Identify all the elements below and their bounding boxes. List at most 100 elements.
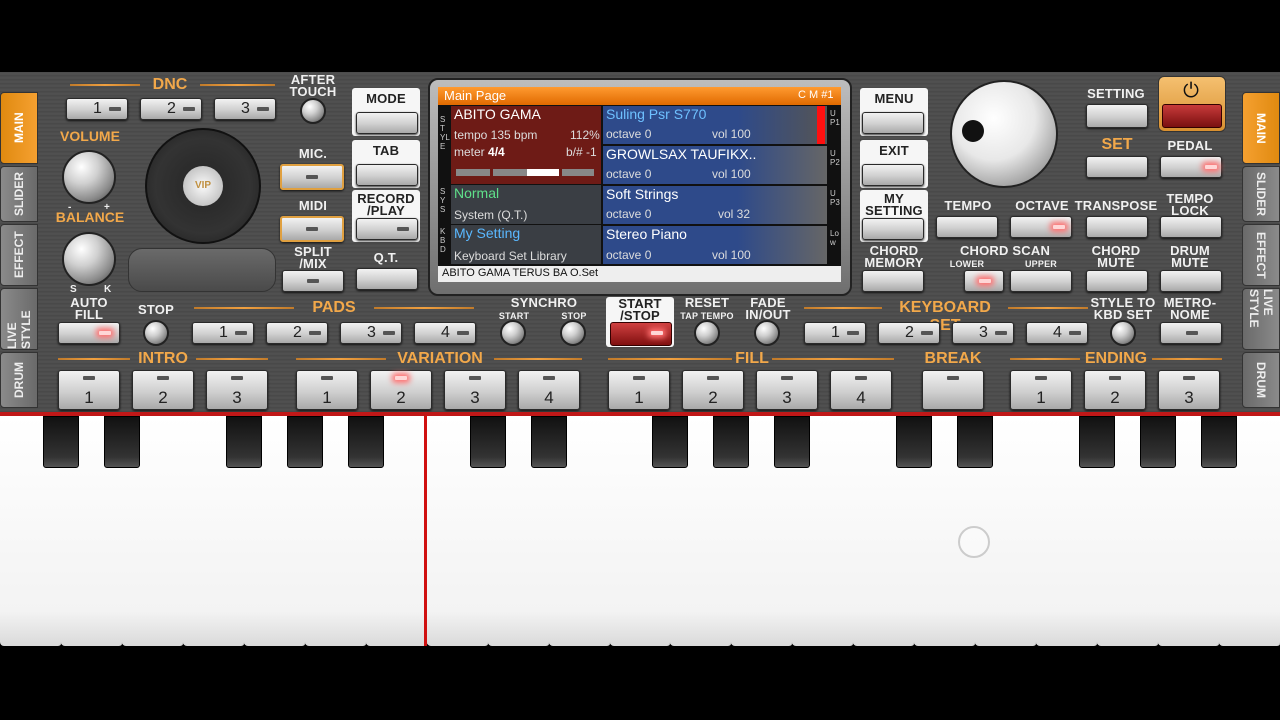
black-key[interactable] (957, 416, 994, 468)
intro-label: INTRO (138, 350, 188, 367)
tab-button[interactable] (356, 164, 418, 186)
mode-button[interactable] (356, 112, 418, 134)
pad-button-3[interactable]: 3 (340, 322, 402, 344)
ending-button-1[interactable]: 1 (1010, 370, 1072, 410)
black-key[interactable] (713, 416, 750, 468)
pedal-button[interactable] (1160, 156, 1222, 178)
tab-drum-left[interactable]: DRUM (0, 352, 38, 408)
fill-button-2[interactable]: 2 (682, 370, 744, 410)
fill-label: FILL (735, 350, 769, 367)
tab-live-style-right[interactable]: LIVE STYLE (1242, 288, 1280, 350)
reset-knob[interactable] (694, 320, 720, 346)
setting-button[interactable] (1086, 104, 1148, 128)
kbd-set-button-4[interactable]: 4 (1026, 322, 1088, 344)
black-key[interactable] (103, 416, 140, 468)
start-stop-button[interactable] (610, 322, 672, 346)
ending-button-3[interactable]: 3 (1158, 370, 1220, 410)
drum-mute-button[interactable] (1160, 270, 1222, 292)
variation-button-2[interactable]: 2 (370, 370, 432, 410)
set-button[interactable] (1086, 156, 1148, 178)
black-key[interactable] (1079, 416, 1116, 468)
tab-live-style-left[interactable]: LIVE STYLE (0, 288, 38, 350)
fade-knob[interactable] (754, 320, 780, 346)
break-button[interactable] (922, 370, 984, 410)
balance-knob[interactable] (62, 232, 116, 286)
tab-slider-right[interactable]: SLIDER (1242, 166, 1280, 222)
after-touch-knob[interactable] (300, 98, 326, 124)
octave-label: OCTAVE (1015, 198, 1069, 213)
black-key[interactable] (774, 416, 811, 468)
variation-button-4[interactable]: 4 (518, 370, 580, 410)
metronome-button[interactable] (1160, 322, 1222, 344)
fill-button-1[interactable]: 1 (608, 370, 670, 410)
pads-stop-knob[interactable] (143, 320, 169, 346)
kbd-set-button-2[interactable]: 2 (878, 322, 940, 344)
chord-memory-button[interactable] (862, 270, 924, 292)
mic-label: MIC. (298, 146, 328, 161)
style-to-kbd-knob[interactable] (1110, 320, 1136, 346)
black-key[interactable] (1140, 416, 1177, 468)
tab-drum-right[interactable]: DRUM (1242, 352, 1280, 408)
fill-button-4[interactable]: 4 (830, 370, 892, 410)
tab-effect-right[interactable]: EFFECT (1242, 224, 1280, 286)
data-dial[interactable] (950, 80, 1058, 188)
black-key[interactable] (530, 416, 567, 468)
style-name: ABITO GAMA (454, 106, 541, 122)
pad-button-1[interactable]: 1 (192, 322, 254, 344)
synchro-start-knob[interactable] (500, 320, 526, 346)
intro-button-3[interactable]: 3 (206, 370, 268, 410)
chord-mute-button[interactable] (1086, 270, 1148, 292)
volume-knob[interactable] (62, 150, 116, 204)
dnc-button-1[interactable]: 1 (66, 98, 128, 120)
tab-main-left[interactable]: MAIN (0, 92, 38, 164)
power-button[interactable] (1162, 104, 1222, 128)
black-key[interactable] (286, 416, 323, 468)
black-key[interactable] (1201, 416, 1238, 468)
power-icon[interactable]: ⏻ (1176, 80, 1206, 102)
kbd-set-button-1[interactable]: 1 (804, 322, 866, 344)
tab-slider-left[interactable]: SLIDER (0, 166, 38, 222)
fill-button-3[interactable]: 3 (756, 370, 818, 410)
ending-button-2[interactable]: 2 (1084, 370, 1146, 410)
pad-button-2[interactable]: 2 (266, 322, 328, 344)
exit-button[interactable] (862, 164, 924, 186)
black-key[interactable] (42, 416, 79, 468)
voice-vol-up2: vol 100 (712, 167, 751, 181)
my-setting-button[interactable] (862, 218, 924, 240)
variation-button-3[interactable]: 3 (444, 370, 506, 410)
auto-fill-button[interactable] (58, 322, 120, 344)
kbd-set-button-3[interactable]: 3 (952, 322, 1014, 344)
synchro-stop-knob[interactable] (560, 320, 586, 346)
chord-scan-lower-button[interactable] (964, 270, 1004, 292)
qt-button[interactable] (356, 268, 418, 290)
intro-button-1[interactable]: 1 (58, 370, 120, 410)
split-point-marker[interactable] (424, 416, 427, 646)
tempo-button[interactable] (936, 216, 998, 238)
menu-button[interactable] (862, 112, 924, 134)
variation-button-1[interactable]: 1 (296, 370, 358, 410)
chord-scan-upper-button[interactable] (1010, 270, 1072, 292)
tempo-lock-button[interactable] (1160, 216, 1222, 238)
black-key[interactable] (469, 416, 506, 468)
tab-main-right[interactable]: MAIN (1242, 92, 1280, 164)
dnc-button-3[interactable]: 3 (214, 98, 276, 120)
button-number: 4 (441, 324, 450, 341)
dnc-button-2[interactable]: 2 (140, 98, 202, 120)
touch-pad[interactable] (128, 248, 276, 292)
tab-effect-left[interactable]: EFFECT (0, 224, 38, 286)
intro-button-2[interactable]: 2 (132, 370, 194, 410)
black-key[interactable] (896, 416, 933, 468)
split-mix-button[interactable] (282, 270, 344, 292)
mic-button[interactable] (280, 164, 344, 190)
jog-disc[interactable]: VIP (145, 128, 261, 244)
octave-button[interactable] (1010, 216, 1072, 238)
black-key[interactable] (652, 416, 689, 468)
button-number: 4 (856, 388, 866, 407)
black-key[interactable] (347, 416, 384, 468)
black-key[interactable] (225, 416, 262, 468)
split-mix-label: SPLIT /MIX (294, 244, 332, 271)
midi-button[interactable] (280, 216, 344, 242)
pad-button-4[interactable]: 4 (414, 322, 476, 344)
record-play-button[interactable] (356, 218, 418, 240)
transpose-button[interactable] (1086, 216, 1148, 238)
